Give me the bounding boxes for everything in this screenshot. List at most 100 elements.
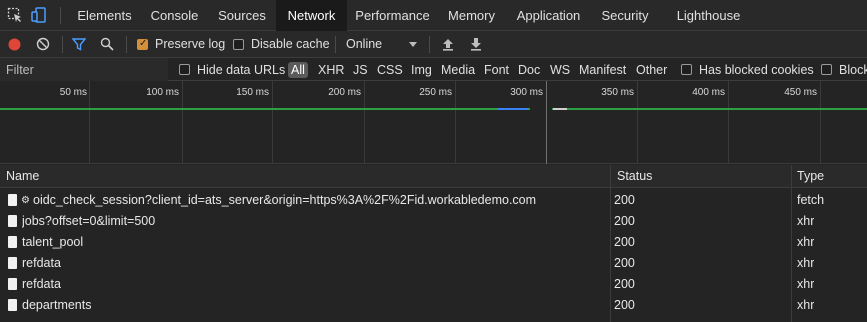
filter-bar: Hide data URLs All XHR JS CSS Img Media … bbox=[0, 58, 867, 81]
table-row[interactable]: departments 200 xhr bbox=[0, 295, 867, 316]
gridline bbox=[364, 81, 365, 164]
gridline bbox=[89, 81, 90, 164]
filter-type-xhr[interactable]: XHR bbox=[318, 63, 344, 77]
network-toolbar: Preserve log Disable cache Online bbox=[0, 31, 867, 58]
filter-type-media[interactable]: Media bbox=[441, 63, 475, 77]
gridline bbox=[546, 81, 547, 164]
import-har-icon[interactable] bbox=[442, 37, 454, 51]
column-name[interactable]: Name bbox=[0, 165, 610, 188]
record-icon[interactable] bbox=[8, 38, 21, 51]
timeline-bar bbox=[552, 108, 867, 110]
gridline bbox=[272, 81, 273, 164]
table-row[interactable]: refdata 200 xhr bbox=[0, 274, 867, 295]
file-icon bbox=[8, 257, 17, 269]
tab-elements[interactable]: Elements bbox=[68, 0, 141, 31]
filter-type-js[interactable]: JS bbox=[353, 63, 368, 77]
throttling-select[interactable]: Online bbox=[346, 37, 382, 51]
requests-table-header: Name Status Type bbox=[0, 165, 867, 188]
disable-cache-label: Disable cache bbox=[251, 37, 330, 51]
timeline-tick: 100 ms bbox=[146, 87, 179, 98]
blocked-requests-label: Block bbox=[839, 63, 867, 77]
filter-type-other[interactable]: Other bbox=[636, 63, 667, 77]
inspect-element-icon[interactable] bbox=[7, 7, 23, 23]
gridline bbox=[637, 81, 638, 164]
timeline-bar bbox=[0, 108, 530, 110]
request-name: talent_pool bbox=[22, 235, 84, 249]
tab-lighthouse[interactable]: Lighthouse bbox=[658, 0, 759, 31]
hide-data-urls-checkbox[interactable] bbox=[179, 64, 190, 75]
blocked-requests-checkbox[interactable] bbox=[821, 64, 832, 75]
divider bbox=[62, 36, 63, 53]
request-status: 200 bbox=[614, 214, 635, 228]
table-row[interactable]: ⚙ oidc_check_session?client_id=ats_serve… bbox=[0, 190, 867, 211]
request-type: xhr bbox=[797, 277, 815, 291]
divider bbox=[429, 36, 430, 53]
filter-type-font[interactable]: Font bbox=[484, 63, 509, 77]
gridline bbox=[182, 81, 183, 164]
tab-performance[interactable]: Performance bbox=[347, 0, 438, 31]
tab-console[interactable]: Console bbox=[141, 0, 208, 31]
table-row[interactable]: jobs?offset=0&limit=500 200 xhr bbox=[0, 211, 867, 232]
file-icon bbox=[8, 299, 17, 311]
file-icon bbox=[8, 236, 17, 248]
divider bbox=[126, 36, 127, 53]
search-icon[interactable] bbox=[100, 37, 114, 51]
filter-type-img[interactable]: Img bbox=[411, 63, 432, 77]
request-name: jobs?offset=0&limit=500 bbox=[22, 214, 156, 228]
request-type: xhr bbox=[797, 298, 815, 312]
tab-network[interactable]: Network bbox=[276, 0, 347, 31]
request-name: departments bbox=[22, 298, 92, 312]
divider bbox=[60, 7, 61, 24]
timeline-tick: 50 ms bbox=[59, 87, 87, 98]
file-icon bbox=[8, 215, 17, 227]
devtools-tab-bar: Elements Console Sources Network Perform… bbox=[0, 0, 867, 31]
tab-security[interactable]: Security bbox=[592, 0, 658, 31]
has-blocked-cookies-checkbox[interactable] bbox=[681, 64, 692, 75]
table-row[interactable]: talent_pool 200 xhr bbox=[0, 232, 867, 253]
timeline-tick: 450 ms bbox=[784, 87, 817, 98]
column-status[interactable]: Status bbox=[611, 165, 791, 188]
tab-memory[interactable]: Memory bbox=[438, 0, 505, 31]
timeline-tick: 200 ms bbox=[328, 87, 361, 98]
file-icon bbox=[8, 278, 17, 290]
gridline bbox=[455, 81, 456, 164]
timeline-tick: 300 ms bbox=[510, 87, 543, 98]
request-type: xhr bbox=[797, 214, 815, 228]
filter-type-doc[interactable]: Doc bbox=[518, 63, 540, 77]
export-har-icon[interactable] bbox=[470, 37, 482, 51]
timeline-bar bbox=[498, 108, 528, 110]
timeline-tick: 400 ms bbox=[692, 87, 725, 98]
column-type[interactable]: Type bbox=[791, 165, 867, 188]
request-name: refdata bbox=[22, 277, 61, 291]
filter-type-manifest[interactable]: Manifest bbox=[579, 63, 626, 77]
filter-input[interactable] bbox=[0, 58, 168, 81]
timeline-tick: 350 ms bbox=[601, 87, 634, 98]
preserve-log-checkbox[interactable] bbox=[137, 38, 148, 50]
request-status: 200 bbox=[614, 277, 635, 291]
filter-type-ws[interactable]: WS bbox=[550, 63, 570, 77]
request-gear-icon: ⚙ bbox=[21, 195, 30, 206]
file-icon bbox=[8, 194, 17, 206]
request-name: oidc_check_session?client_id=ats_server&… bbox=[33, 193, 537, 207]
preserve-log-label: Preserve log bbox=[155, 37, 226, 51]
chevron-down-icon[interactable] bbox=[408, 39, 418, 49]
hide-data-urls-label: Hide data URLs bbox=[197, 63, 286, 77]
gridline bbox=[820, 81, 821, 164]
clear-icon[interactable] bbox=[36, 37, 50, 51]
has-blocked-cookies-label: Has blocked cookies bbox=[699, 63, 814, 77]
divider bbox=[335, 36, 336, 53]
network-overview[interactable]: 50 ms 100 ms 150 ms 200 ms 250 ms 300 ms… bbox=[0, 81, 867, 164]
filter-type-css[interactable]: CSS bbox=[377, 63, 403, 77]
disable-cache-checkbox[interactable] bbox=[233, 39, 244, 50]
filter-icon[interactable] bbox=[72, 37, 86, 51]
tab-application[interactable]: Application bbox=[505, 0, 592, 31]
request-status: 200 bbox=[614, 256, 635, 270]
filter-type-all[interactable]: All bbox=[288, 62, 308, 78]
tab-sources[interactable]: Sources bbox=[208, 0, 276, 31]
device-toolbar-icon[interactable] bbox=[31, 7, 49, 23]
request-status: 200 bbox=[614, 235, 635, 249]
request-status: 200 bbox=[614, 193, 635, 207]
request-name: refdata bbox=[22, 256, 61, 270]
table-row[interactable]: refdata 200 xhr bbox=[0, 253, 867, 274]
request-type: xhr bbox=[797, 235, 815, 249]
